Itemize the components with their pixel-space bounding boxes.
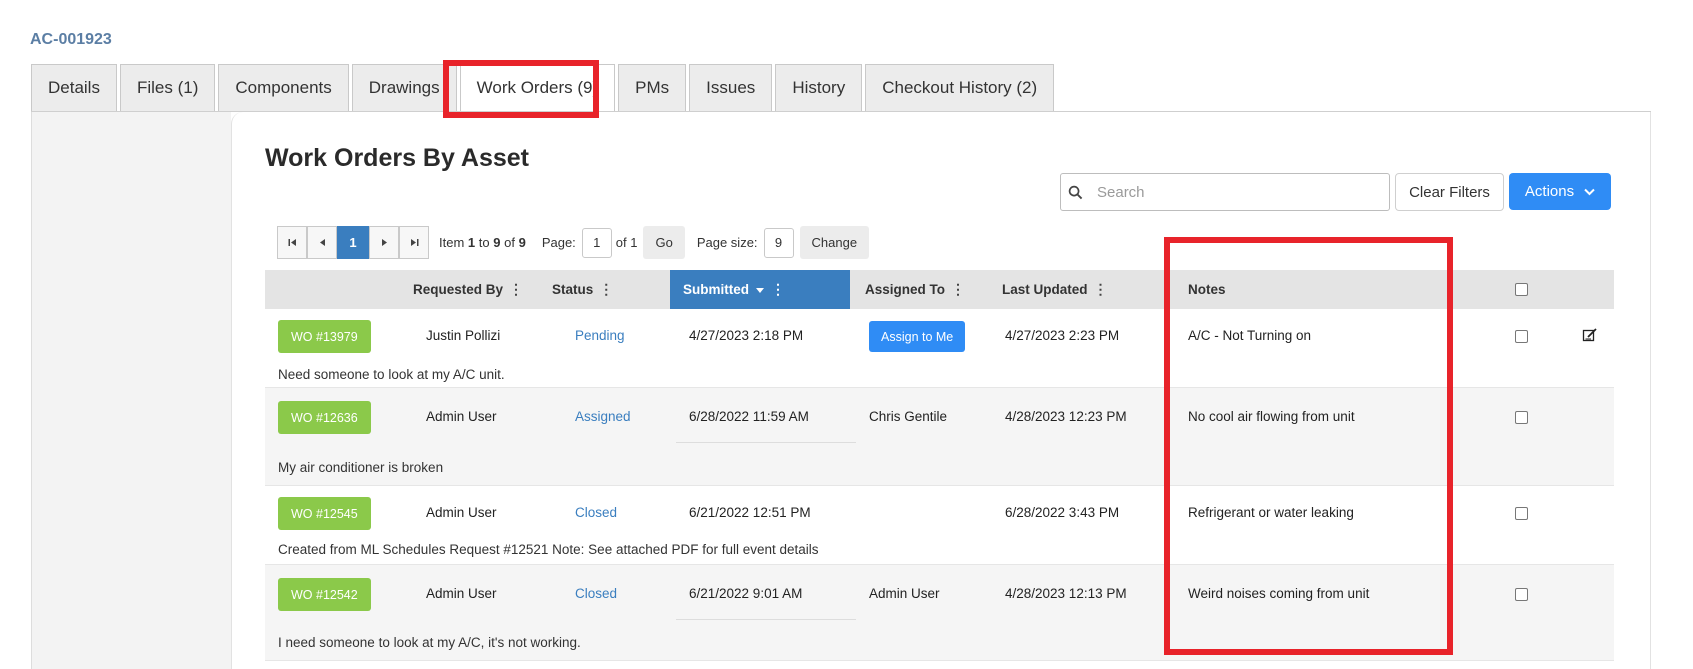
tab-bar: Details Files (1) Components Drawings Wo… (31, 64, 1055, 112)
submitted-date: 6/21/2022 9:01 AM (689, 586, 803, 601)
status-link[interactable]: Closed (575, 586, 617, 601)
col-status[interactable]: Status ⋮ (552, 270, 613, 309)
tab-issues[interactable]: Issues (689, 64, 773, 111)
column-menu-icon[interactable]: ⋮ (771, 281, 785, 298)
page-count: of 1 (615, 235, 638, 250)
go-button[interactable]: Go (643, 226, 685, 259)
table-row: WO #12545 Admin User Closed 6/21/2022 12… (265, 486, 1614, 565)
notes: Weird noises coming from unit (1188, 586, 1370, 601)
next-page-icon[interactable] (369, 226, 399, 259)
search-input[interactable] (1089, 174, 1389, 210)
row-checkbox[interactable] (1515, 411, 1528, 424)
page-size-label: Page size: (696, 235, 758, 250)
sort-desc-icon (755, 282, 765, 297)
last-updated: 6/28/2022 3:43 PM (1005, 505, 1120, 520)
chevron-down-icon (1584, 183, 1595, 200)
row-description: My air conditioner is broken (278, 460, 444, 475)
table-row: WO #12636 Admin User Assigned 6/28/2022 … (265, 388, 1614, 486)
tab-history[interactable]: History (775, 64, 863, 111)
row-checkbox-cell (1515, 330, 1528, 343)
row-description: I need someone to look at my A/C, it's n… (278, 635, 581, 650)
status-link[interactable]: Pending (575, 328, 625, 343)
col-notes[interactable]: Notes (1188, 270, 1226, 309)
wo-button[interactable]: WO #12542 (278, 578, 371, 611)
notes: No cool air flowing from unit (1188, 409, 1355, 424)
page-label: Page: (541, 235, 576, 250)
current-page-button[interactable]: 1 (337, 226, 369, 259)
column-menu-icon[interactable]: ⋮ (1094, 281, 1108, 298)
tab-components[interactable]: Components (218, 64, 349, 111)
row-description: Created from ML Schedules Request #12521… (278, 542, 819, 557)
submitted-date: 6/28/2022 11:59 AM (689, 409, 809, 424)
status-link[interactable]: Assigned (575, 409, 631, 424)
last-updated: 4/27/2023 2:23 PM (1005, 328, 1120, 343)
col-submitted[interactable]: Submitted ⋮ (670, 270, 850, 309)
requested-by: Justin Pollizi (426, 328, 501, 343)
row-description: Need someone to look at my A/C unit. (278, 367, 505, 382)
row-checkbox-cell (1515, 588, 1528, 601)
assign-to-me-button[interactable]: Assign to Me (869, 321, 966, 352)
wo-button[interactable]: WO #13979 (278, 320, 371, 353)
first-page-icon[interactable] (277, 226, 307, 259)
row-checkbox[interactable] (1515, 588, 1528, 601)
submitted-divider (676, 442, 856, 443)
col-requested-by[interactable]: Requested By ⋮ (413, 270, 523, 309)
last-page-icon[interactable] (399, 226, 429, 259)
last-updated: 4/28/2023 12:23 PM (1005, 409, 1127, 424)
last-updated: 4/28/2023 12:13 PM (1005, 586, 1127, 601)
tab-files[interactable]: Files (1) (119, 64, 216, 111)
table-row: WO #12542 Admin User Closed 6/21/2022 9:… (265, 565, 1614, 661)
requested-by: Admin User (426, 409, 497, 424)
column-menu-icon[interactable]: ⋮ (599, 281, 613, 298)
tab-drawings[interactable]: Drawings (351, 64, 457, 111)
edit-icon[interactable] (1582, 327, 1598, 343)
clear-filters-button[interactable]: Clear Filters (1395, 173, 1504, 211)
select-all-checkbox[interactable] (1515, 283, 1528, 296)
grid-header: Requested By ⋮ Status ⋮ Submitted ⋮ Assign… (265, 270, 1614, 309)
notes: Refrigerant or water leaking (1188, 505, 1354, 520)
work-orders-grid: Requested By ⋮ Status ⋮ Submitted ⋮ Assign… (265, 270, 1614, 661)
page-number-input[interactable]: 1 (581, 227, 612, 258)
col-assigned-to[interactable]: Assigned To ⋮ (865, 270, 965, 309)
col-last-updated[interactable]: Last Updated ⋮ (1002, 270, 1108, 309)
requested-by: Admin User (426, 505, 497, 520)
wo-button[interactable]: WO #12545 (278, 497, 371, 530)
submitted-date: 4/27/2023 2:18 PM (689, 328, 804, 343)
tab-details[interactable]: Details (31, 64, 117, 111)
change-button[interactable]: Change (799, 226, 870, 259)
row-checkbox[interactable] (1515, 507, 1528, 520)
item-range: Item 1 to 9 of 9 (439, 235, 526, 250)
column-menu-icon[interactable]: ⋮ (951, 281, 965, 298)
requested-by: Admin User (426, 586, 497, 601)
left-panel (31, 112, 231, 669)
actions-button[interactable]: Actions (1509, 173, 1611, 210)
tab-pms[interactable]: PMs (618, 64, 687, 111)
tab-checkout-history[interactable]: Checkout History (2) (865, 64, 1055, 111)
tab-work-orders[interactable]: Work Orders (9) (459, 64, 616, 111)
row-checkbox-cell (1515, 507, 1528, 520)
submitted-date: 6/21/2022 12:51 PM (689, 505, 811, 520)
assigned-to: Chris Gentile (869, 409, 948, 424)
pager: 1 Item 1 to 9 of 9 Page: 1 of 1 Go Page … (277, 226, 870, 259)
page-title: Work Orders By Asset (265, 144, 529, 172)
prev-page-icon[interactable] (307, 226, 337, 259)
select-all-checkbox-cell (1515, 270, 1528, 309)
column-menu-icon[interactable]: ⋮ (509, 281, 523, 298)
table-row: WO #13979 Justin Pollizi Pending 4/27/20… (265, 309, 1614, 388)
submitted-divider (676, 619, 856, 620)
assigned-to: Admin User (869, 586, 940, 601)
status-link[interactable]: Closed (575, 505, 617, 520)
search-icon (1061, 174, 1089, 210)
actions-label: Actions (1524, 183, 1575, 200)
page-size-input[interactable]: 9 (763, 227, 794, 258)
wo-button[interactable]: WO #12636 (278, 401, 371, 434)
search-box[interactable] (1060, 173, 1390, 211)
row-checkbox[interactable] (1515, 330, 1528, 343)
notes: A/C - Not Turning on (1188, 328, 1312, 343)
row-checkbox-cell (1515, 411, 1528, 424)
asset-id: AC-001923 (30, 31, 112, 48)
